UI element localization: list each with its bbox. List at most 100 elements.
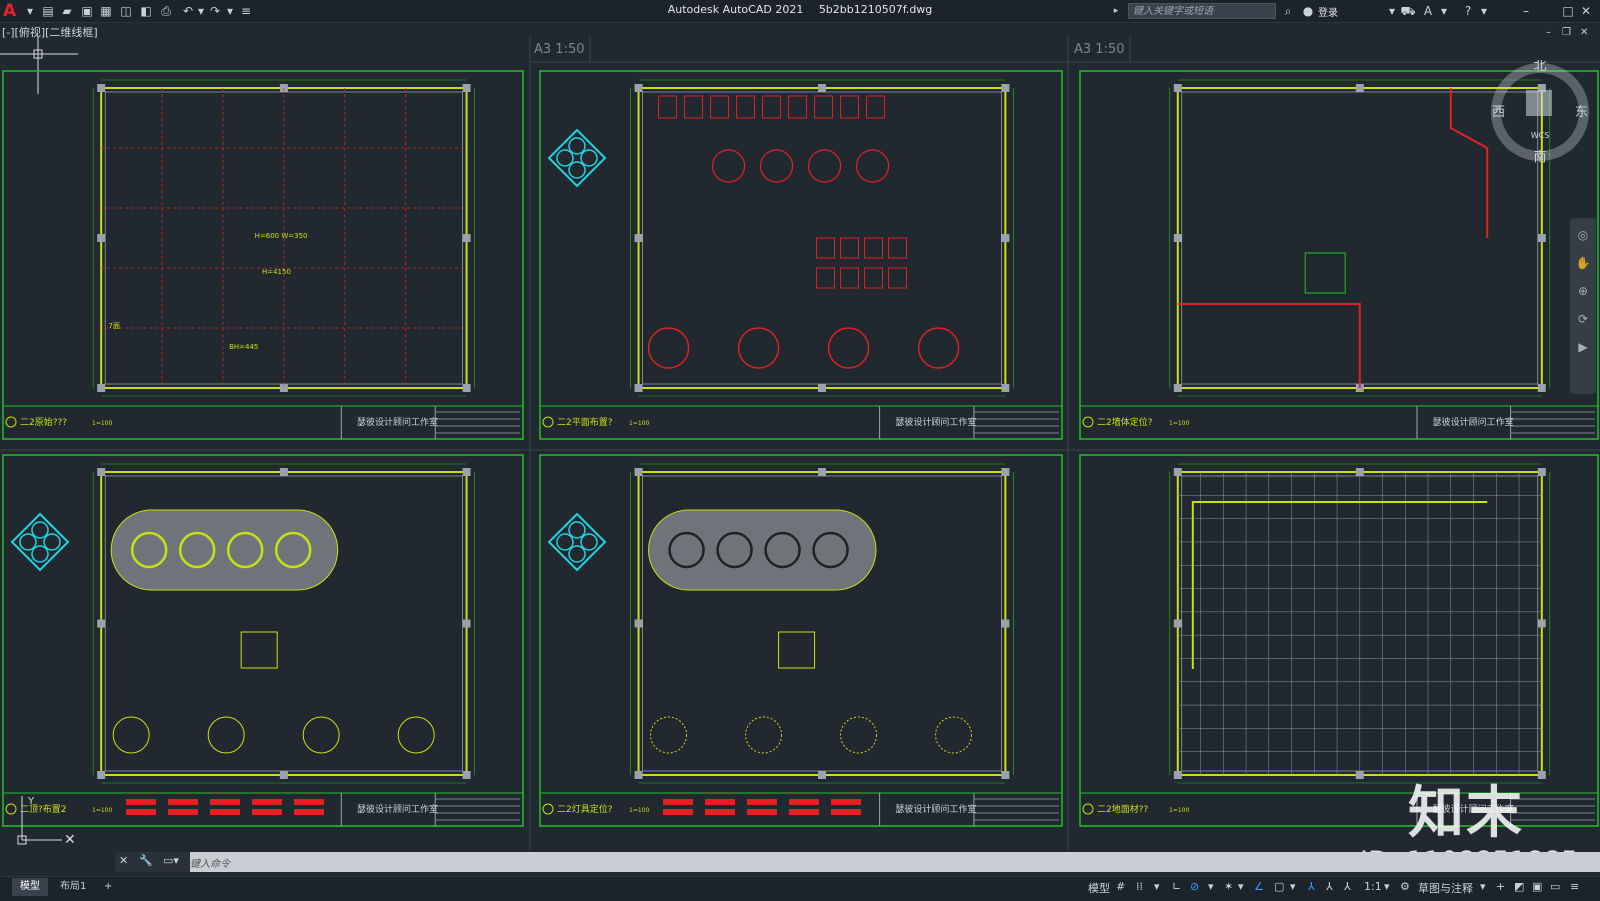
drawing-sheet-1[interactable]: 二2原始??? 1=100 瑟彼设计顾问工作室 H=600 W=350 H=4150 7面… — [2, 70, 524, 440]
command-close-icon[interactable]: ✕ — [119, 854, 128, 867]
object-snap-icon[interactable]: ▢ — [1274, 880, 1284, 893]
legend-entry — [126, 799, 156, 805]
booth-seat — [736, 95, 756, 119]
structural-column — [97, 771, 106, 779]
ceiling-light — [207, 716, 245, 754]
structural-column — [1001, 384, 1010, 392]
legend-entry — [294, 799, 324, 805]
minimize-icon[interactable]: – — [1518, 3, 1534, 19]
sheet-scale: 1=100 — [92, 807, 112, 814]
cart-icon[interactable]: ⛟ — [1400, 3, 1416, 19]
dropdown-arrow-icon[interactable]: ▾ — [22, 3, 38, 19]
legend-entry — [252, 809, 282, 815]
tab-add-layout[interactable]: + — [96, 878, 120, 896]
command-line[interactable] — [115, 852, 1600, 872]
search-input[interactable]: 键入关键字或短语 — [1128, 3, 1276, 19]
zoom-extents-icon[interactable]: ⊕ — [1570, 284, 1596, 298]
title-bar: A ▾ ▤ ▰ ▣ ▦ ◫ ◧ ⎙ ↶ ▾ ↷ ▾ ≡ Autodesk Aut… — [0, 0, 1600, 23]
showmotion-icon[interactable]: ▶ — [1570, 340, 1596, 354]
command-input[interactable]: 键入命令 — [190, 855, 230, 870]
help-icon[interactable]: ? — [1460, 3, 1476, 19]
user-icon[interactable]: ● — [1300, 3, 1316, 19]
structural-column — [1001, 619, 1010, 628]
scale-dropdown-icon[interactable]: ▾ — [1384, 880, 1390, 893]
login-link[interactable]: 登录 — [1318, 4, 1338, 19]
workspace-label[interactable]: 草图与注释 — [1418, 880, 1473, 896]
sheet-caption: 二2墙体定位? — [1097, 416, 1153, 428]
wcs-label[interactable]: WCS — [1531, 131, 1550, 140]
pan-icon[interactable]: ✋ — [1570, 256, 1596, 270]
search-icon[interactable]: ⌕ — [1280, 3, 1296, 19]
workspace-dropdown-icon[interactable]: ▾ — [1480, 880, 1486, 893]
compass-south-label[interactable]: 南 — [1533, 149, 1546, 164]
structural-column — [1001, 234, 1010, 242]
drawing-sheet-5[interactable]: 二2灯具定位? 1=100 瑟彼设计顾问工作室 — [539, 454, 1063, 827]
close-icon[interactable]: ✕ — [1578, 3, 1594, 19]
polar-dropdown-icon[interactable]: ▾ — [1208, 880, 1214, 893]
tab-model[interactable]: 模型 — [12, 878, 48, 896]
legend-entry — [168, 799, 198, 805]
orbit-icon[interactable]: ⟳ — [1570, 312, 1596, 326]
steering-wheel-icon[interactable]: ◎ — [1570, 228, 1596, 242]
snap-icon[interactable]: ⁞⁞ — [1136, 880, 1143, 893]
isolate-objects-icon[interactable]: ◩ — [1514, 880, 1524, 893]
autocad-logo-icon[interactable]: A — [3, 1, 16, 21]
clean-screen-icon[interactable]: ▭ — [1550, 880, 1560, 893]
customize-icon[interactable]: ≡ — [238, 3, 254, 19]
app-dropdown-icon[interactable]: ▾ — [1436, 3, 1452, 19]
recent-commands-icon[interactable]: ▭▾ — [163, 854, 179, 867]
new-wall — [1449, 88, 1489, 238]
structural-column — [1537, 468, 1546, 476]
tab-layout1[interactable]: 布局1 — [52, 878, 94, 896]
viewcube-top-face[interactable] — [1526, 90, 1552, 116]
polar-tracking-icon[interactable]: ⊘ — [1190, 880, 1199, 893]
ortho-icon[interactable]: ∟ — [1172, 880, 1181, 893]
save-icon[interactable]: ▣ — [79, 3, 95, 19]
print-icon[interactable]: ⎙ — [158, 3, 174, 19]
compass-north-label[interactable]: 北 — [1533, 60, 1546, 74]
isodraft-icon[interactable]: ✶ — [1224, 880, 1233, 893]
model-space-toggle[interactable]: 模型 — [1088, 880, 1110, 896]
open-folder-icon[interactable]: ▰ — [59, 3, 75, 19]
redo-icon[interactable]: ↷ — [207, 3, 223, 19]
new-file-icon[interactable]: ▤ — [40, 3, 56, 19]
help-dropdown-icon[interactable]: ▾ — [1476, 3, 1492, 19]
hardware-acceleration-icon[interactable]: ▣ — [1532, 880, 1542, 893]
chair-set — [816, 267, 836, 289]
open-web-icon[interactable]: ◫ — [118, 3, 134, 19]
login-dropdown-icon[interactable]: ▾ — [1384, 3, 1400, 19]
navigation-bar[interactable]: ◎ ✋ ⊕ ⟳ ▶ — [1570, 218, 1596, 394]
drawing-sheet-2[interactable]: 二2平面布置? 1=100 瑟彼设计顾问工作室 — [539, 70, 1063, 440]
annotation-visibility-icon[interactable]: ⅄ — [1308, 880, 1315, 893]
maximize-icon[interactable]: □ — [1560, 3, 1576, 19]
structural-column — [97, 84, 106, 92]
save-as-icon[interactable]: ▦ — [98, 3, 114, 19]
structural-column — [1001, 468, 1010, 476]
structural-column — [1173, 84, 1182, 92]
iso-dropdown-icon[interactable]: ▾ — [1238, 880, 1244, 893]
autodesk-app-icon[interactable]: A — [1420, 3, 1436, 19]
compass-east-label[interactable]: 东 — [1575, 105, 1588, 120]
save-web-icon[interactable]: ◧ — [138, 3, 154, 19]
wrench-icon[interactable]: 🔧 — [139, 854, 153, 867]
redo-dropdown-icon[interactable]: ▾ — [222, 3, 238, 19]
viewcube-compass[interactable]: 北 南 东 西 WCS — [1488, 60, 1592, 164]
compass-west-label[interactable]: 西 — [1492, 105, 1505, 120]
osnap-dropdown-icon[interactable]: ▾ — [1290, 880, 1296, 893]
annotation-monitor-icon[interactable]: + — [1496, 880, 1505, 893]
customization-menu-icon[interactable]: ≡ — [1570, 880, 1579, 893]
workspace-gear-icon[interactable]: ⚙ — [1400, 880, 1410, 893]
grid-icon[interactable]: # — [1116, 880, 1125, 893]
object-snap-tracking-icon[interactable]: ∠ — [1254, 880, 1264, 893]
sheet-number-circle — [5, 416, 17, 428]
annotation-scale-value[interactable]: 1:1 — [1364, 880, 1382, 893]
auto-scale-icon[interactable]: ⅄ — [1326, 880, 1333, 893]
drawing-sheet-4[interactable]: 二顶?布置2 1=100 瑟彼设计顾问工作室 — [2, 454, 524, 827]
expand-arrow-icon[interactable]: ▸ — [1108, 3, 1124, 19]
annotation-scale-icon[interactable]: ⅄ — [1344, 880, 1351, 893]
structural-column — [817, 771, 826, 779]
snap-dropdown-icon[interactable]: ▾ — [1154, 880, 1160, 893]
sheet-scale: 1=100 — [1169, 420, 1189, 427]
ceiling-feature — [648, 509, 877, 591]
legend-entry — [789, 799, 819, 805]
